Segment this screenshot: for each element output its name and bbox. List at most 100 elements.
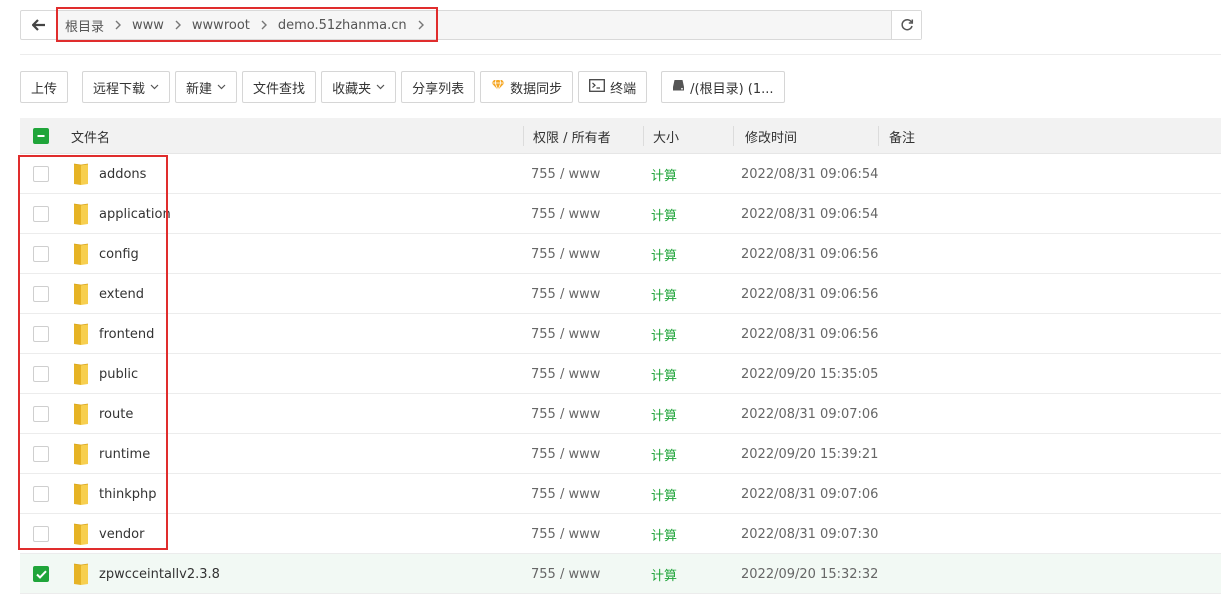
file-name[interactable]: extend [99,274,144,314]
disk-button[interactable]: /(根目录) (1... [661,71,785,103]
back-button[interactable] [21,11,57,39]
file-size-calc-link[interactable]: 计算 [651,274,677,314]
table-row[interactable]: thinkphp 755 / www 计算 2022/08/31 09:07:06 [20,474,1221,514]
file-size-calc-link[interactable]: 计算 [651,194,677,234]
file-permission[interactable]: 755 / www [531,314,600,354]
file-size-calc-link[interactable]: 计算 [651,474,677,514]
file-name[interactable]: public [99,354,138,394]
crumb-wwwroot[interactable]: wwwroot [192,18,250,33]
refresh-button[interactable] [891,11,921,39]
row-checkbox[interactable] [33,246,49,262]
row-checkbox[interactable] [33,326,49,342]
upload-button[interactable]: 上传 [20,71,69,103]
favorites-button[interactable]: 收藏夹 [321,71,397,103]
minus-icon [37,135,45,137]
table-row[interactable]: application 755 / www 计算 2022/08/31 09:06:5… [20,194,1221,234]
row-checkbox[interactable] [33,526,49,542]
file-permission[interactable]: 755 / www [531,154,600,194]
row-checkbox[interactable] [33,406,49,422]
chevron-down-icon [217,84,226,90]
file-name[interactable]: zpwcceintallv2.3.8 [99,554,220,594]
arrow-left-icon [31,19,45,31]
column-divider [878,126,879,146]
file-name[interactable]: addons [99,154,146,194]
row-checkbox[interactable] [33,486,49,502]
folder-icon [72,554,90,594]
table-header: 文件名 权限 / 所有者 大小 修改时间 备注 [20,118,1221,154]
table-row[interactable]: public 755 / www 计算 2022/09/20 15:35:05 [20,354,1221,394]
folder-icon [72,234,90,274]
table-row[interactable]: frontend 755 / www 计算 2022/08/31 09:06:56 [20,314,1221,354]
file-permission[interactable]: 755 / www [531,354,600,394]
file-permission[interactable]: 755 / www [531,194,600,234]
file-modified-time: 2022/08/31 09:07:06 [741,406,879,422]
file-name[interactable]: runtime [99,434,150,474]
folder-icon [72,194,90,234]
header-permission[interactable]: 权限 / 所有者 [533,118,611,154]
crumb-www[interactable]: www [132,18,164,33]
table-row[interactable]: vendor 755 / www 计算 2022/08/31 09:07:30 [20,514,1221,554]
row-checkbox[interactable] [33,286,49,302]
file-permission[interactable]: 755 / www [531,234,600,274]
terminal-button[interactable]: 终端 [578,71,648,103]
crumb-root[interactable]: 根目录 [65,16,104,35]
file-size-calc-link[interactable]: 计算 [651,314,677,354]
file-size-calc-link[interactable]: 计算 [651,154,677,194]
file-permission[interactable]: 755 / www [531,514,600,554]
file-name[interactable]: application [99,194,171,234]
file-name[interactable]: route [99,394,133,434]
row-checkbox-cell [33,194,49,234]
crumb-site[interactable]: demo.51zhanma.cn [278,18,407,33]
file-size-calc-link[interactable]: 计算 [651,434,677,474]
chevron-right-icon[interactable] [418,20,424,30]
table-row[interactable]: runtime 755 / www 计算 2022/09/20 15:39:21 [20,434,1221,474]
path-bar: 根目录 www wwwroot demo.51zhanma.cn [20,10,922,40]
remote-download-button[interactable]: 远程下载 [82,71,171,103]
header-modified-time[interactable]: 修改时间 [745,118,797,154]
file-permission[interactable]: 755 / www [531,474,600,514]
diamond-icon [491,79,505,95]
table-row[interactable]: zpwcceintallv2.3.8 755 / www 计算 2022/09/20 … [20,554,1221,594]
file-permission[interactable]: 755 / www [531,274,600,314]
share-list-button[interactable]: 分享列表 [401,71,476,103]
file-name[interactable]: vendor [99,514,144,554]
row-checkbox[interactable] [33,206,49,222]
table-row[interactable]: route 755 / www 计算 2022/08/31 09:07:06 [20,394,1221,434]
row-checkbox[interactable] [33,166,49,182]
file-name[interactable]: config [99,234,139,274]
new-label: 新建 [186,81,213,97]
folder-icon [72,434,90,474]
row-checkbox-cell [33,434,49,474]
file-size-calc-link[interactable]: 计算 [651,354,677,394]
file-name[interactable]: thinkphp [99,474,156,514]
file-name[interactable]: frontend [99,314,154,354]
file-permission[interactable]: 755 / www [531,434,600,474]
table-row[interactable]: extend 755 / www 计算 2022/08/31 09:06:56 [20,274,1221,314]
chevron-down-icon [150,84,159,90]
row-checkbox-cell [33,314,49,354]
row-checkbox-cell [33,514,49,554]
data-sync-button[interactable]: 数据同步 [480,71,574,103]
row-checkbox-cell [33,354,49,394]
row-checkbox[interactable] [33,446,49,462]
file-permission[interactable]: 755 / www [531,554,600,594]
row-checkbox[interactable] [33,566,49,582]
column-divider [733,126,734,146]
row-checkbox-cell [33,474,49,514]
header-size[interactable]: 大小 [653,118,679,154]
file-size-calc-link[interactable]: 计算 [651,514,677,554]
folder-icon [72,394,90,434]
new-button[interactable]: 新建 [175,71,238,103]
header-filename[interactable]: 文件名 [71,118,110,154]
file-modified-time: 2022/09/20 15:35:05 [741,366,879,382]
file-permission[interactable]: 755 / www [531,394,600,434]
file-search-button[interactable]: 文件查找 [242,71,317,103]
select-all-checkbox[interactable] [33,128,49,144]
table-row[interactable]: addons 755 / www 计算 2022/08/31 09:06:54 [20,154,1221,194]
file-size-calc-link[interactable]: 计算 [651,394,677,434]
file-size-calc-link[interactable]: 计算 [651,554,677,594]
file-search-label: 文件查找 [253,81,306,97]
table-row[interactable]: config 755 / www 计算 2022/08/31 09:06:56 [20,234,1221,274]
row-checkbox[interactable] [33,366,49,382]
file-size-calc-link[interactable]: 计算 [651,234,677,274]
